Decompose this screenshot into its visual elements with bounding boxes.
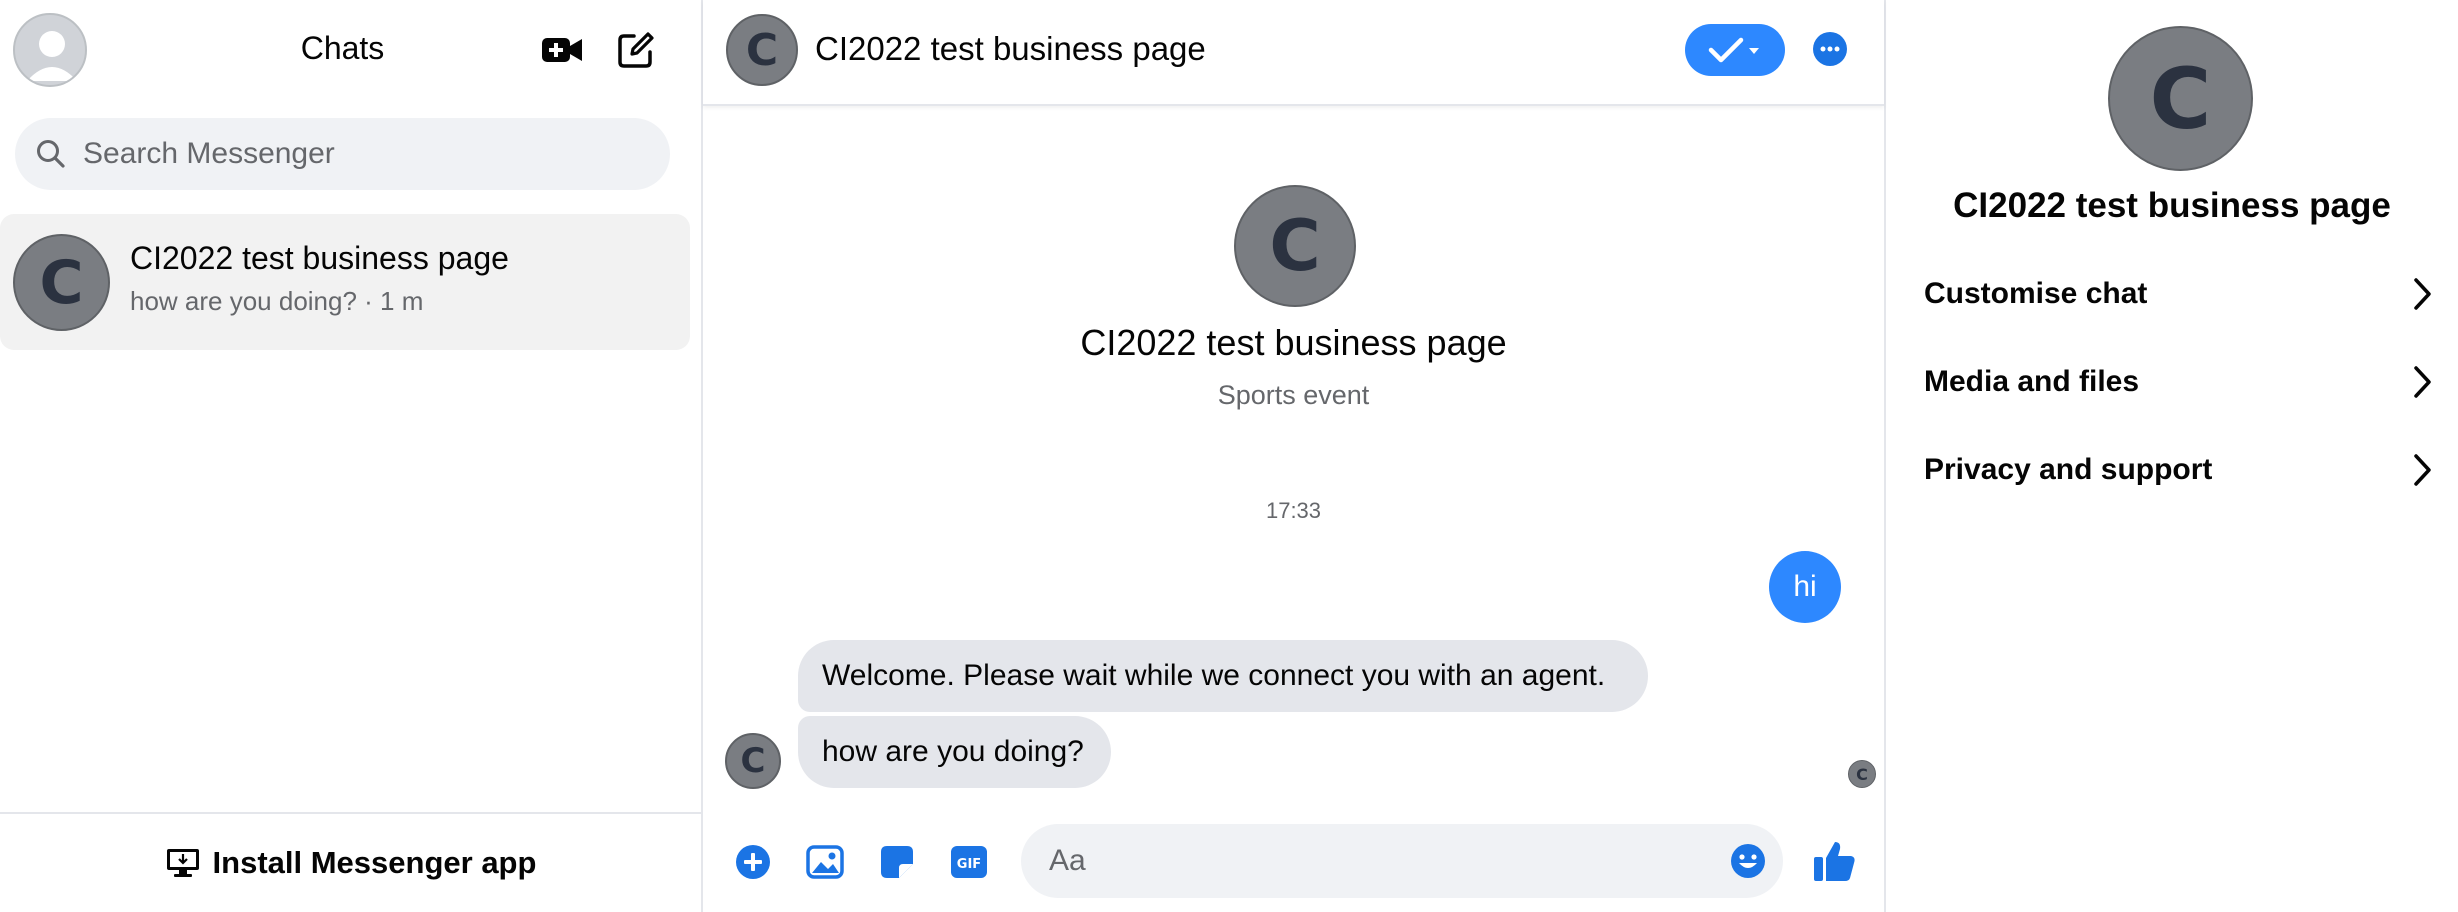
more-options-button[interactable] (1813, 32, 1847, 66)
more-actions-button[interactable] (733, 842, 773, 882)
attach-photo-button[interactable] (805, 842, 845, 882)
svg-text:GIF: GIF (957, 857, 981, 872)
sticker-button[interactable] (877, 842, 917, 882)
gif-icon: GIF (951, 846, 987, 878)
chat-list-item[interactable]: C CI2022 test business page how are you … (0, 214, 690, 350)
search-input[interactable] (81, 136, 645, 172)
conversation-header: C CI2022 test business page (703, 0, 1884, 106)
new-video-call-button[interactable] (540, 30, 586, 70)
customise-chat-row[interactable]: Customise chat (1924, 259, 2434, 329)
intro-name: CI2022 test business page (1080, 322, 1507, 363)
video-plus-icon (542, 38, 582, 62)
search-icon (37, 140, 65, 168)
more-icon (1820, 46, 1840, 52)
check-done-icon (1708, 37, 1759, 63)
outgoing-message[interactable]: hi (1769, 551, 1841, 623)
emoji-button[interactable] (1729, 842, 1767, 880)
desktop-download-icon (166, 849, 199, 877)
compose-icon (618, 32, 654, 68)
chevron-right-icon (2414, 454, 2431, 486)
conversation-info-panel: C CI2022 test business page Customise ch… (1886, 0, 2458, 912)
intro-subtitle: Sports event (1217, 380, 1370, 410)
info-avatar[interactable]: C (2108, 26, 2253, 171)
incoming-message[interactable]: Welcome. Please wait while we connect yo… (798, 640, 1648, 712)
chat-name: CI2022 test business page (130, 240, 509, 276)
gif-button[interactable]: GIF (949, 842, 989, 882)
search-bar[interactable] (15, 118, 670, 190)
chat-avatar: C (13, 234, 110, 331)
message-input-box[interactable] (1021, 824, 1783, 898)
message-input[interactable] (1047, 843, 1691, 879)
message-composer: GIF (703, 812, 1884, 912)
new-message-button[interactable] (616, 30, 656, 70)
conversation-panel: C CI2022 test business page C CI2022 tes… (703, 0, 1886, 912)
profile-placeholder-icon (27, 31, 77, 81)
emoji-icon (1731, 844, 1765, 878)
photo-icon (806, 845, 844, 879)
chevron-right-icon (2414, 366, 2431, 398)
install-app-button[interactable]: Install Messenger app (0, 812, 701, 912)
plus-circle-icon (736, 845, 770, 879)
message-timestamp: 17:33 (1265, 498, 1322, 523)
seen-receipt-avatar: C (1848, 760, 1876, 788)
thumbs-up-icon (1814, 842, 1855, 881)
profile-avatar[interactable] (13, 13, 87, 87)
media-and-files-row[interactable]: Media and files (1924, 347, 2434, 417)
conversation-title[interactable]: CI2022 test business page (815, 30, 1206, 68)
incoming-message[interactable]: how are you doing? (798, 716, 1111, 788)
privacy-and-support-label: Privacy and support (1924, 453, 2213, 486)
chevron-right-icon (2414, 278, 2431, 310)
sticker-icon (881, 846, 913, 878)
sender-avatar: C (725, 733, 781, 789)
send-like-button[interactable] (1811, 838, 1857, 884)
chat-preview: how are you doing? · 1 m (130, 286, 424, 316)
info-name: CI2022 test business page (1953, 186, 2391, 225)
chat-list-panel: Chats C CI2022 test business page how ar… (0, 0, 703, 912)
conversation-avatar[interactable]: C (726, 14, 798, 86)
install-app-label: Install Messenger app (212, 845, 537, 880)
media-and-files-label: Media and files (1924, 365, 2140, 398)
privacy-and-support-row[interactable]: Privacy and support (1924, 435, 2434, 505)
intro-avatar: C (1234, 185, 1356, 307)
customise-chat-label: Customise chat (1924, 277, 2148, 310)
mark-done-button[interactable] (1685, 24, 1785, 76)
chats-title: Chats (300, 30, 385, 66)
